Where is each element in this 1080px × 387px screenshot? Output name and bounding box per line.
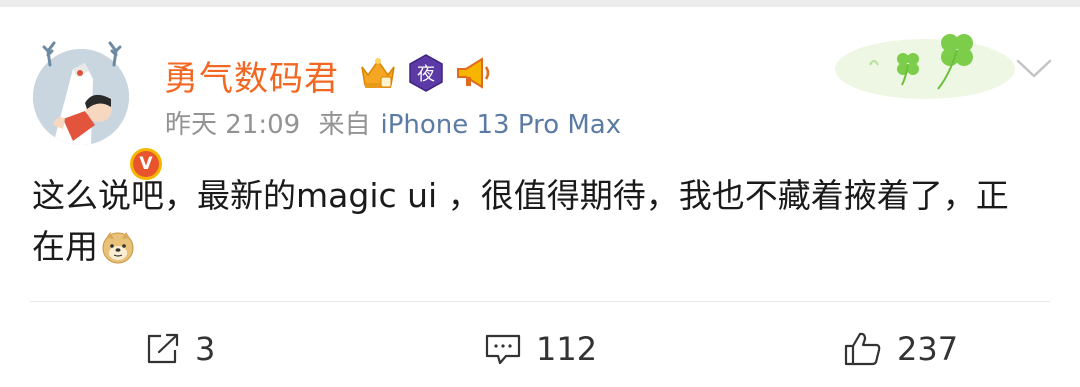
username[interactable]: 勇气数码君 <box>164 51 339 100</box>
like-count: 237 <box>897 330 959 368</box>
user-badges: 夜 <box>358 53 494 93</box>
post-time: 昨天 21:09 <box>165 110 301 140</box>
comment-icon <box>485 334 521 365</box>
post-text: 这么说吧，最新的magic ui ，很值得期待，我也不藏着掖着了，正在用 <box>32 176 1009 266</box>
night-badge-icon[interactable]: 夜 <box>406 53 446 93</box>
clover-decoration-icon <box>830 19 1020 109</box>
doge-emoji-icon <box>100 228 136 264</box>
chevron-down-icon[interactable] <box>1014 57 1054 81</box>
post-content[interactable]: 这么说吧，最新的magic ui ，很值得期待，我也不藏着掖着了，正在用 <box>32 170 1032 272</box>
antler-icon <box>42 41 122 67</box>
repost-button[interactable]: 3 <box>145 327 215 371</box>
megaphone-badge-icon[interactable] <box>454 53 494 93</box>
repost-count: 3 <box>195 330 216 368</box>
comment-count: 112 <box>536 330 598 368</box>
top-separator <box>0 0 1080 7</box>
like-button[interactable]: 237 <box>843 327 958 371</box>
avatar[interactable]: V <box>30 41 165 183</box>
comment-button[interactable]: 112 <box>484 327 597 371</box>
thumbs-up-icon <box>844 332 881 366</box>
share-icon <box>147 333 179 364</box>
post-source[interactable]: iPhone 13 Pro Max <box>380 110 621 140</box>
weibo-post-card: V 勇气数码君 夜 昨天 21:09 来自 iPhone 13 Pro Max … <box>0 7 1080 387</box>
post-meta: 昨天 21:09 来自 iPhone 13 Pro Max <box>165 104 631 141</box>
source-prefix: 来自 <box>318 110 371 140</box>
divider <box>30 301 1050 302</box>
crown-badge-icon[interactable] <box>358 53 398 93</box>
svg-text:夜: 夜 <box>417 64 435 85</box>
